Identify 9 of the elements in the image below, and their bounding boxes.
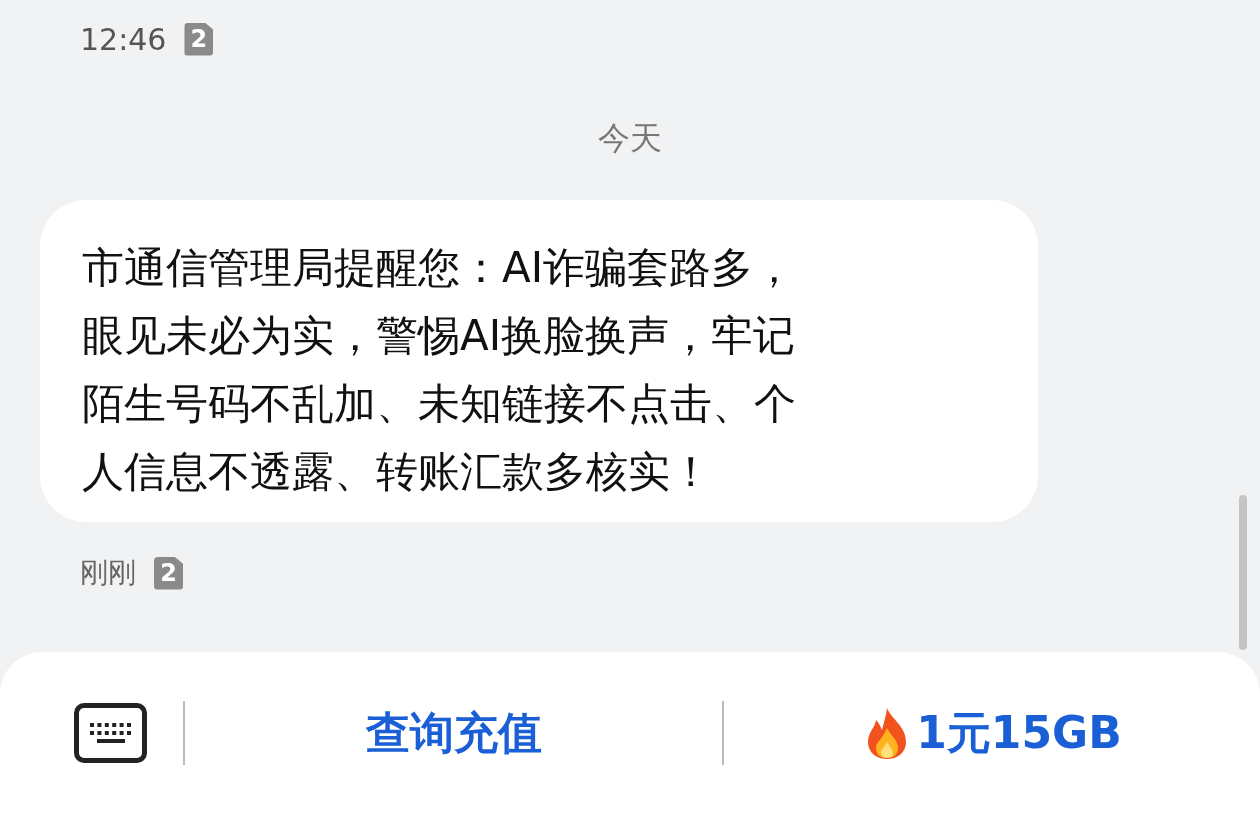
sim-card-icon: 2 bbox=[184, 22, 214, 56]
data-offer-button[interactable]: 1元15GB bbox=[862, 699, 1122, 766]
message-time: 刚刚 bbox=[80, 555, 136, 591]
sim-card-icon: 2 bbox=[154, 556, 183, 590]
keyboard-icon[interactable] bbox=[74, 702, 147, 763]
date-divider: 今天 bbox=[598, 118, 662, 159]
recharge-query-button[interactable]: 查询充值 bbox=[365, 699, 542, 766]
status-time: 12:46 bbox=[80, 20, 167, 59]
message-text: 市通信管理局提醒您：AI诈骗套路多， 眼见未必为实，警惕AI换脸换声，牢记 陌生号码不乱加、未知链接不点击、个 人信息不透露、转账汇款多核实！ bbox=[82, 242, 797, 498]
